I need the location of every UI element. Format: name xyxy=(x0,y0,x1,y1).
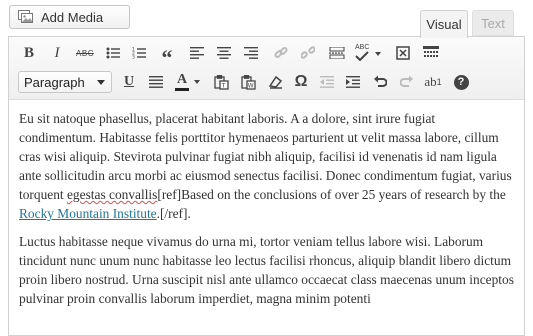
undo-icon[interactable] xyxy=(368,71,392,93)
toolbar-toggle-icon[interactable] xyxy=(419,42,443,64)
justify-icon[interactable] xyxy=(144,71,168,93)
strikethrough-icon[interactable]: ABC xyxy=(73,42,97,64)
indent-icon[interactable] xyxy=(341,71,365,93)
paragraph-2: Luctus habitasse neque vivamus do urna m… xyxy=(19,234,514,306)
numbered-list-icon[interactable]: 123 xyxy=(127,42,151,64)
bullet-list-icon[interactable] xyxy=(101,42,125,64)
chevron-down-icon xyxy=(97,80,105,85)
rocky-mountain-link[interactable]: Rocky Mountain Institute xyxy=(19,206,157,221)
text-color-icon[interactable]: A xyxy=(171,71,203,93)
paste-from-word-icon[interactable]: W xyxy=(236,71,260,93)
outdent-icon[interactable] xyxy=(315,71,339,93)
bold-icon[interactable]: B xyxy=(17,42,41,64)
paragraph-1: Eu sit natoque phasellus, placerat habit… xyxy=(19,111,512,221)
add-media-label: Add Media xyxy=(41,9,104,25)
fullscreen-icon[interactable] xyxy=(391,42,415,64)
spellcheck-icon[interactable]: ABC xyxy=(351,42,383,64)
superscript-icon[interactable]: ab 1 xyxy=(421,71,445,93)
special-character-icon[interactable]: Ω xyxy=(289,71,313,93)
tab-text[interactable]: Text xyxy=(472,10,514,36)
align-center-icon[interactable] xyxy=(212,42,236,64)
align-left-icon[interactable] xyxy=(185,42,209,64)
editor-toolbar: B I ABC 123 “ ABC Paragraph U A T W Ω ab… xyxy=(9,37,524,100)
add-media-button[interactable]: Add Media xyxy=(9,5,130,29)
svg-text:W: W xyxy=(247,82,253,89)
format-select-value: Paragraph xyxy=(24,74,85,90)
paste-as-text-icon[interactable]: T xyxy=(209,71,233,93)
redo-icon[interactable] xyxy=(395,71,419,93)
underline-icon[interactable]: U xyxy=(117,71,141,93)
insert-more-icon[interactable] xyxy=(325,42,349,64)
media-library-icon xyxy=(18,10,33,23)
help-icon[interactable]: ? xyxy=(449,71,473,93)
editor-container: B I ABC 123 “ ABC Paragraph U A T W Ω ab… xyxy=(8,36,525,336)
svg-text:3: 3 xyxy=(132,55,135,61)
tab-visual[interactable]: Visual xyxy=(420,10,468,38)
insert-link-icon[interactable] xyxy=(269,42,293,64)
italic-icon[interactable]: I xyxy=(45,42,69,64)
misspelled-word[interactable]: egestas convallis xyxy=(67,187,157,202)
editor-content[interactable]: Eu sit natoque phasellus, placerat habit… xyxy=(9,100,524,308)
clear-formatting-icon[interactable] xyxy=(263,71,287,93)
format-select[interactable]: Paragraph xyxy=(18,71,112,93)
svg-text:T: T xyxy=(220,82,225,89)
blockquote-icon[interactable]: “ xyxy=(155,42,179,70)
remove-link-icon[interactable] xyxy=(296,42,320,64)
align-right-icon[interactable] xyxy=(239,42,263,64)
